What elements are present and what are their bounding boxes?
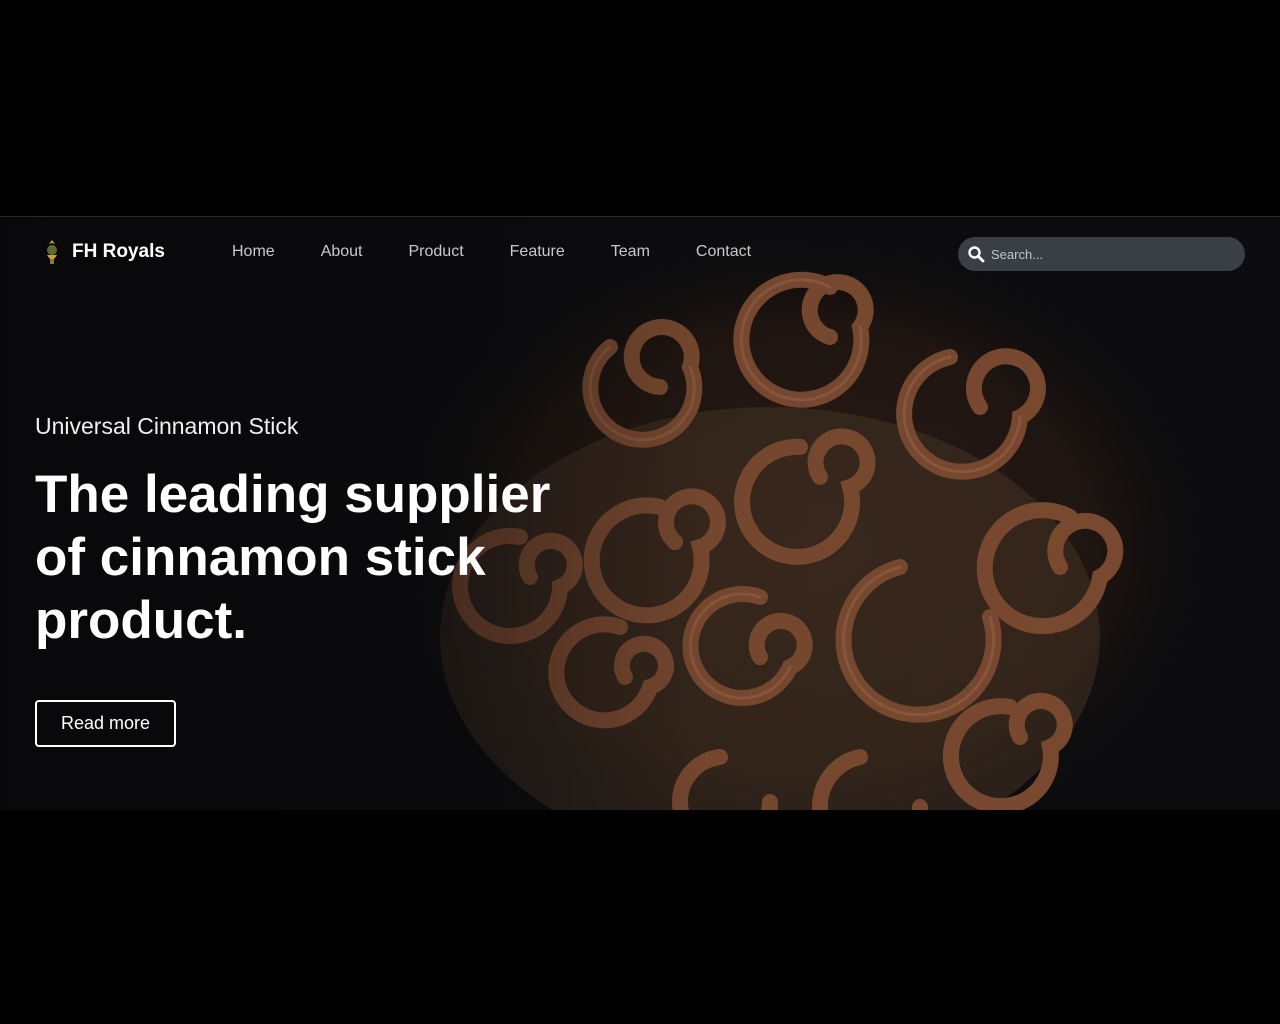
brand-name: FH Royals [72, 241, 165, 262]
nav-link-team[interactable]: Team [611, 243, 650, 261]
nav-link-about[interactable]: About [321, 243, 363, 261]
hero-section: FH Royals Home About Product Feature Tea… [0, 216, 1280, 810]
hero-kicker: Universal Cinnamon Stick [35, 413, 299, 439]
nav-link-contact[interactable]: Contact [696, 243, 751, 261]
headline-line-1: The leading supplier [35, 465, 551, 524]
top-navbar: FH Royals Home About Product Feature Tea… [0, 217, 1280, 291]
hero-headline: The leading supplier of cinnamon stick p… [35, 463, 635, 652]
nav-link-feature[interactable]: Feature [510, 243, 565, 261]
brand[interactable]: FH Royals [40, 237, 165, 267]
read-more-button[interactable]: Read more [35, 700, 176, 747]
headline-line-3: product. [35, 591, 247, 650]
nav-link-product[interactable]: Product [409, 243, 464, 261]
crest-logo-icon [47, 240, 57, 264]
search-bar[interactable] [958, 237, 1245, 271]
nav-link-home[interactable]: Home [232, 243, 275, 261]
search-input[interactable] [989, 245, 1233, 263]
main-menu: Home About Product Feature Team Contact [232, 243, 797, 261]
search-icon[interactable] [967, 245, 985, 263]
headline-line-2: of cinnamon stick [35, 528, 486, 587]
